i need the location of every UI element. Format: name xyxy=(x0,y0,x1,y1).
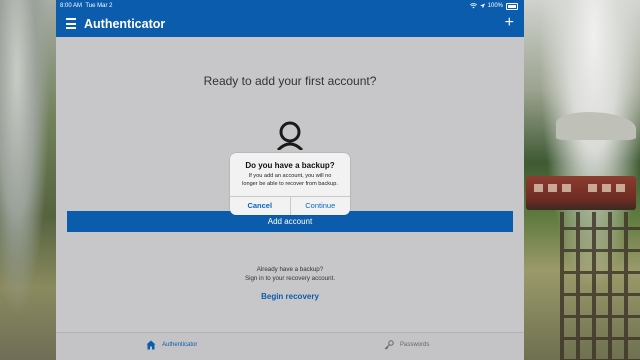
battery-percent: 100% xyxy=(487,3,503,9)
dialog-message: If you add an account, you will no longe… xyxy=(238,173,342,188)
nav-bar: Authenticator + xyxy=(56,12,524,37)
location-icon xyxy=(479,3,485,9)
home-icon xyxy=(146,340,156,350)
status-time: 8:00 AM Tue Mar 2 xyxy=(60,3,113,9)
tab-passwords-label: Passwords xyxy=(400,342,430,348)
tab-passwords[interactable]: Passwords xyxy=(384,340,429,350)
backup-hint-line2: Sign in to your recovery account. xyxy=(244,274,336,282)
backup-hint: Already have a backup? Sign in to your r… xyxy=(56,266,524,283)
dialog-title: Do you have a backup? xyxy=(245,161,335,170)
backup-alert-dialog: Do you have a backup? If you add an acco… xyxy=(230,153,350,215)
wifi-icon xyxy=(469,3,477,9)
tab-authenticator-label: Authenticator xyxy=(162,342,198,348)
tab-bar: Authenticator Passwords xyxy=(56,332,524,360)
background-train xyxy=(526,176,636,210)
background-scenery-left xyxy=(0,0,56,360)
backup-hint-line1: Already have a backup? xyxy=(256,266,324,273)
key-icon xyxy=(384,340,394,350)
begin-recovery-link[interactable]: Begin recovery xyxy=(56,292,524,301)
background-trestle xyxy=(560,212,640,360)
battery-icon xyxy=(506,2,518,10)
cancel-button[interactable]: Cancel xyxy=(230,197,291,215)
tab-authenticator[interactable]: Authenticator xyxy=(146,340,197,350)
status-right: 100% xyxy=(469,0,518,12)
continue-button[interactable]: Continue xyxy=(291,197,351,215)
dialog-actions: Cancel Continue xyxy=(230,196,350,215)
dialog-message-line1: If you add an account, you will no xyxy=(248,173,332,179)
person-icon xyxy=(276,121,304,150)
dialog-message-line2: longer be able to recover from backup. xyxy=(242,180,338,187)
nav-title: Authenticator xyxy=(84,17,166,31)
empty-state-prompt: Ready to add your first account? xyxy=(203,74,377,88)
hamburger-menu-icon[interactable] xyxy=(66,18,76,29)
status-bar: 8:00 AM Tue Mar 2 100% xyxy=(56,0,524,12)
plus-icon[interactable]: + xyxy=(505,14,514,32)
